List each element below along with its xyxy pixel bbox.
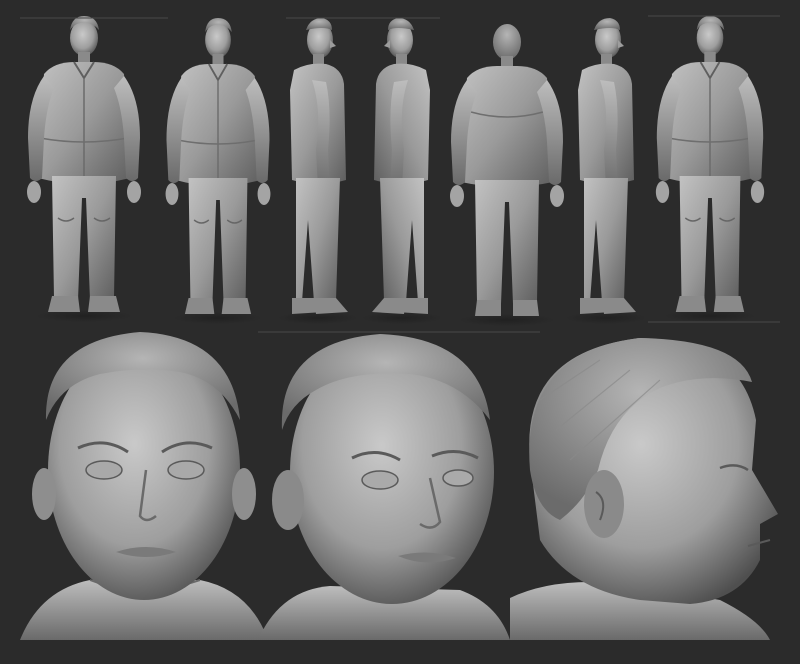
figure-three-quarter-right-view (654, 15, 766, 323)
figure-back-view (449, 23, 565, 327)
figure-side-left-view (278, 18, 358, 324)
figure-three-quarter-left-view (164, 17, 272, 325)
sculpt-turnaround-sheet (0, 0, 800, 664)
figure-side-left-alt-view (362, 18, 442, 324)
sculpt-render (20, 15, 780, 640)
figure-front-view (26, 15, 142, 323)
figure-side-right-view (566, 18, 646, 324)
head-row (20, 331, 778, 640)
full-body-row (20, 15, 780, 327)
head-front-view (20, 332, 268, 640)
head-profile-right-view (510, 338, 778, 640)
head-three-quarter-view (258, 334, 510, 640)
